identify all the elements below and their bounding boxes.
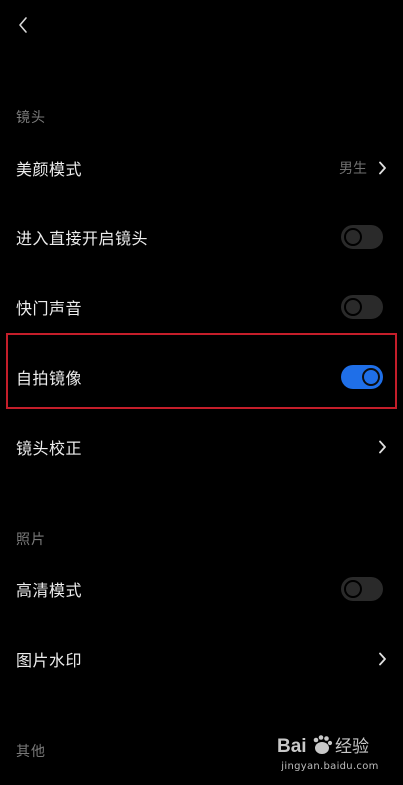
selfie-mirror-toggle[interactable]: [341, 365, 383, 389]
toggle-knob: [362, 368, 380, 386]
selfie-mirror-label: 自拍镜像: [16, 369, 83, 388]
selfie-mirror-row: 自拍镜像: [0, 349, 403, 405]
image-watermark-label: 图片水印: [16, 651, 83, 670]
chevron-right-icon: [377, 160, 387, 176]
shutter-sound-toggle[interactable]: [341, 295, 383, 319]
lens-correction-row[interactable]: 镜头校正: [0, 419, 403, 475]
watermark-url: jingyan.baidu.com: [281, 761, 379, 772]
shutter-sound-label: 快门声音: [16, 299, 83, 318]
section-header-camera: 镜头: [16, 110, 46, 126]
svg-text:经验: 经验: [335, 737, 369, 757]
open-camera-on-enter-label: 进入直接开启镜头: [16, 229, 149, 248]
hd-mode-label: 高清模式: [16, 581, 83, 600]
svg-text:Bai: Bai: [277, 736, 307, 757]
beauty-mode-label: 美颜模式: [16, 160, 83, 179]
toggle-knob: [344, 298, 362, 316]
toggle-knob: [344, 580, 362, 598]
baidu-logo: Bai 经验: [277, 735, 369, 757]
open-camera-on-enter-row: 进入直接开启镜头: [0, 209, 403, 265]
baidu-watermark: Bai 经验 jingyan.baidu.com: [275, 731, 385, 775]
chevron-left-icon: [19, 17, 27, 33]
beauty-mode-row[interactable]: 美颜模式 男生: [0, 140, 403, 196]
toggle-knob: [344, 228, 362, 246]
shutter-sound-row: 快门声音: [0, 279, 403, 335]
hd-mode-toggle[interactable]: [341, 577, 383, 601]
lens-correction-label: 镜头校正: [16, 439, 83, 458]
section-header-other: 其他: [16, 744, 46, 760]
image-watermark-row[interactable]: 图片水印: [0, 631, 403, 687]
chevron-right-icon: [377, 651, 387, 667]
section-header-photo: 照片: [16, 532, 46, 548]
chevron-right-icon: [377, 439, 387, 455]
open-camera-on-enter-toggle[interactable]: [341, 225, 383, 249]
back-button[interactable]: [8, 8, 38, 42]
hd-mode-row: 高清模式: [0, 561, 403, 617]
beauty-mode-value: 男生: [339, 161, 367, 177]
